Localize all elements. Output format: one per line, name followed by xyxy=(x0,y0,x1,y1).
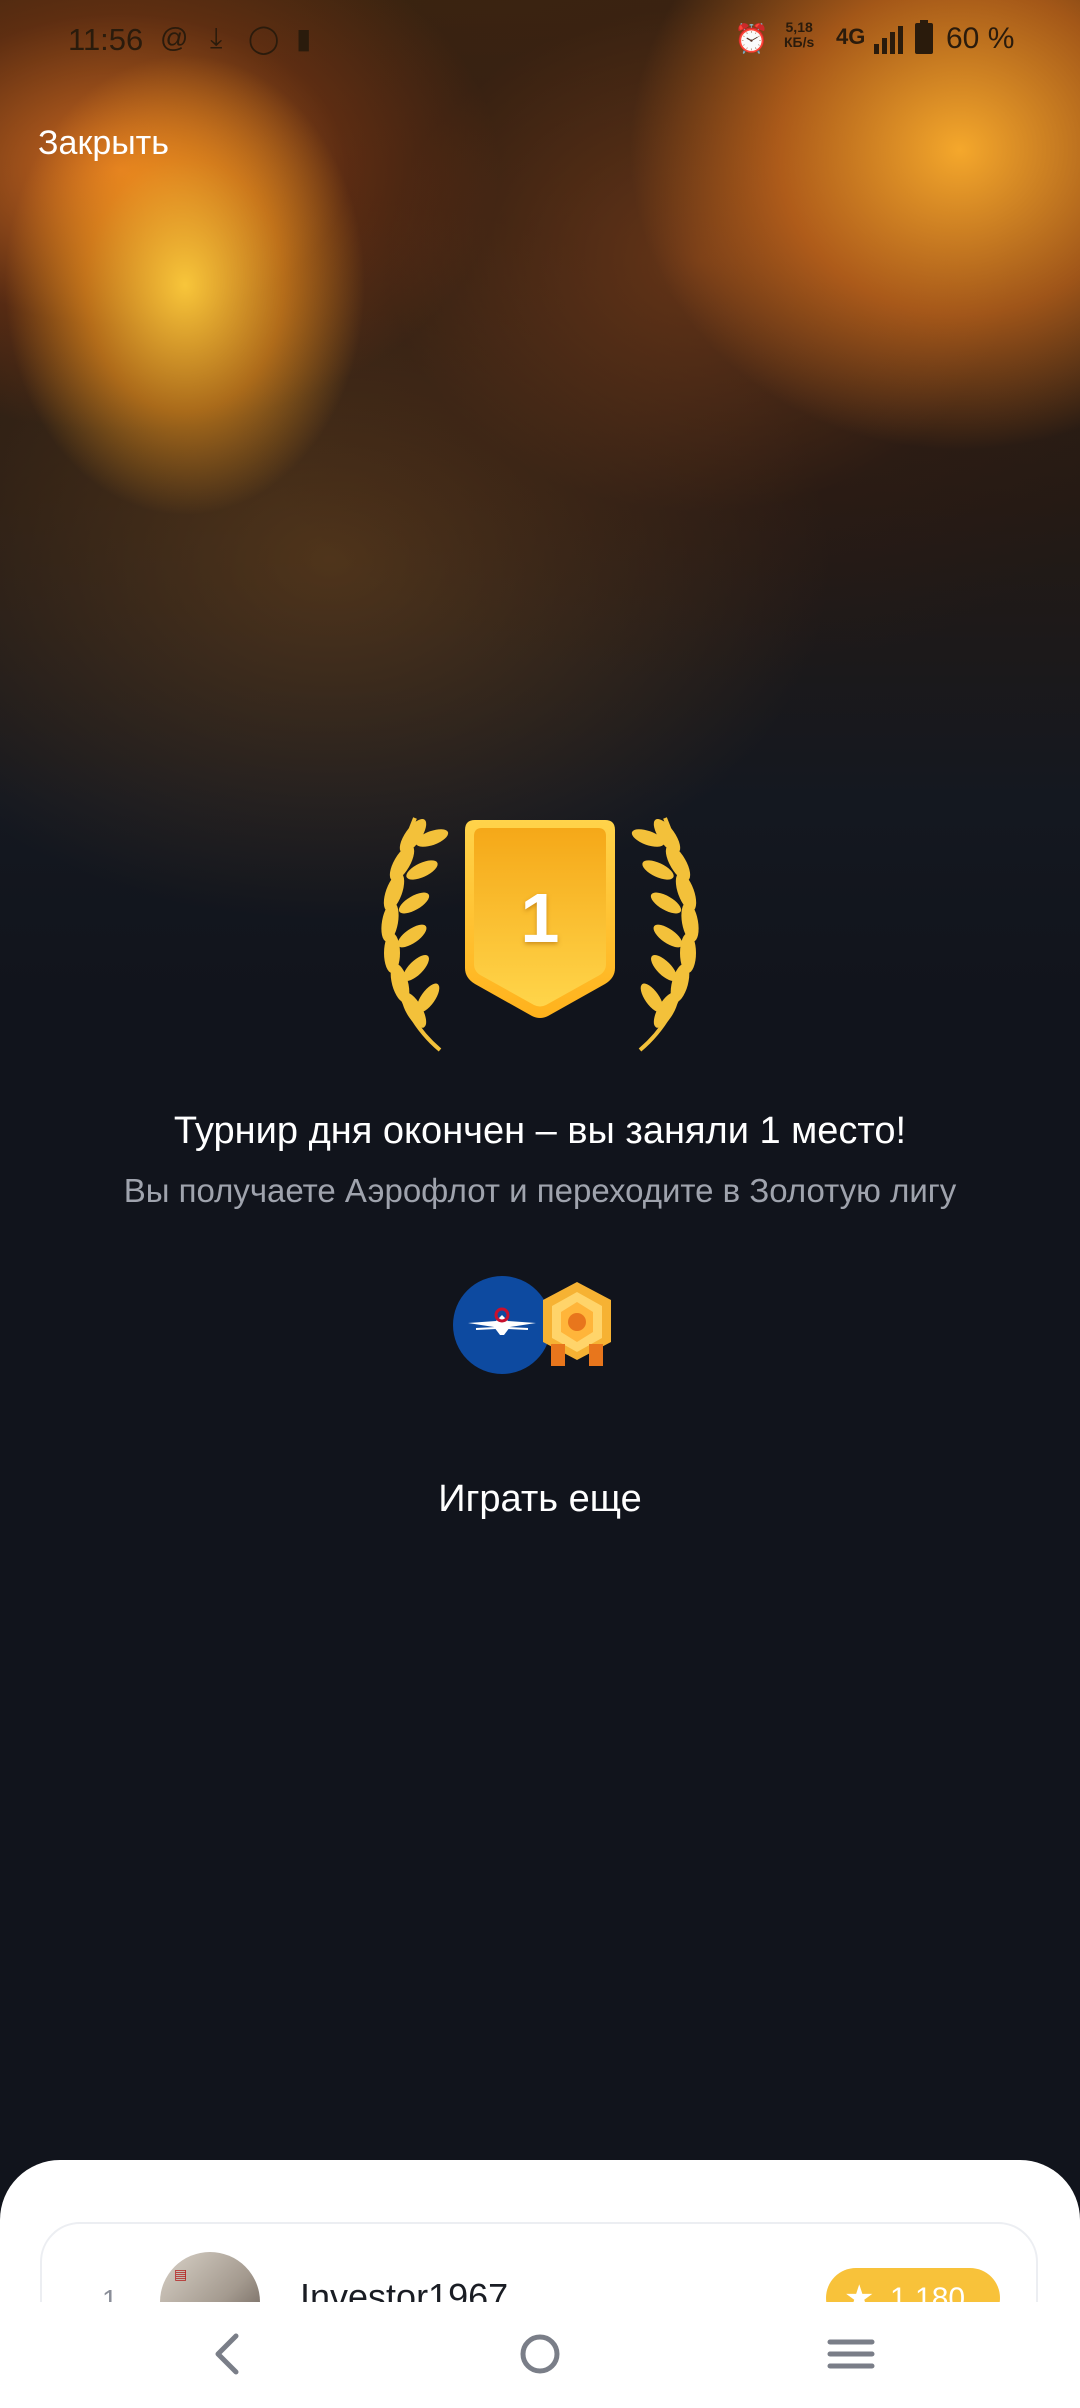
network-speed: 5,18 КБ/s xyxy=(784,20,814,50)
result-title: Турнир дня окончен – вы заняли 1 место! xyxy=(173,1110,907,1152)
at-sign-icon: @ xyxy=(160,22,189,53)
network-speed-value: 5,18 xyxy=(785,19,813,35)
first-place-award: 1 xyxy=(350,808,730,1058)
network-type: 4G xyxy=(836,24,866,49)
status-bar: 11:56 @ ⤓ ◯ ▮ ⏰ 5,18 КБ/s 4G 60 % xyxy=(0,0,1080,80)
whatsapp-icon: ◯ xyxy=(248,23,280,54)
play-again-button[interactable]: Играть еще xyxy=(0,1478,1080,1521)
result-subtitle: Вы получаете Аэрофлот и переходите в Зол… xyxy=(123,1172,957,1209)
gold-league-badge-icon xyxy=(543,1282,611,1366)
sd-card-icon: ▮ xyxy=(296,23,312,54)
signal-icon xyxy=(874,26,903,54)
close-button[interactable]: Закрыть xyxy=(38,124,169,163)
download-icon: ⤓ xyxy=(210,22,223,53)
battery-level: 60 % xyxy=(946,22,1015,55)
network-speed-unit: КБ/s xyxy=(784,34,815,50)
navigation-bar xyxy=(0,2302,1080,2408)
tournament-result-screen: 11:56 @ ⤓ ◯ ▮ ⏰ 5,18 КБ/s 4G 60 % Закрыт… xyxy=(0,0,1080,2408)
menu-icon[interactable] xyxy=(816,2324,886,2384)
rewards xyxy=(452,1275,617,1375)
home-icon[interactable] xyxy=(505,2324,575,2384)
place-number: 1 xyxy=(520,879,560,957)
battery-icon xyxy=(915,20,933,54)
avatar-image: ▤ xyxy=(174,2266,188,2282)
alarm-icon: ⏰ xyxy=(734,23,769,54)
back-icon[interactable] xyxy=(192,2324,262,2384)
status-time: 11:56 xyxy=(68,22,144,57)
